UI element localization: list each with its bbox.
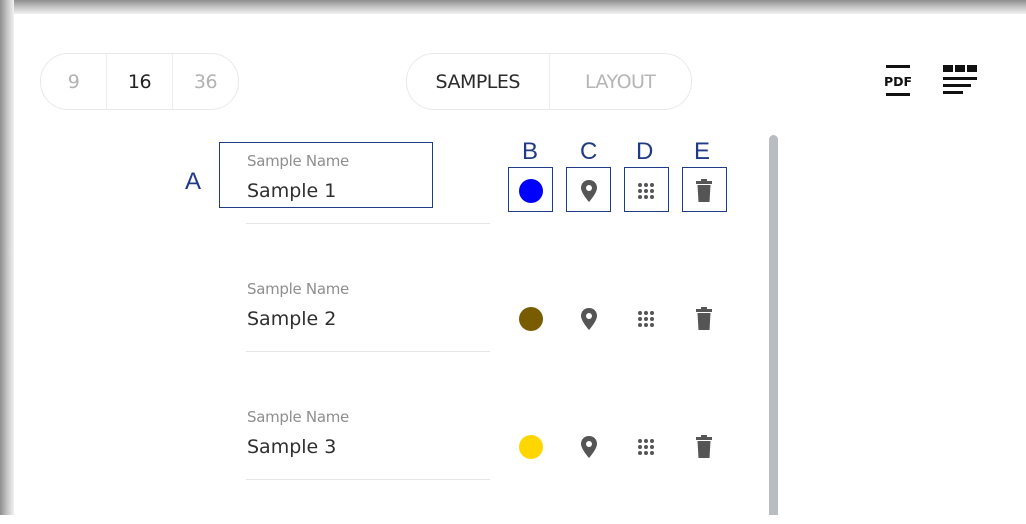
pdf-icon-label: PDF [884,74,912,89]
sample-name-label: Sample Name [247,408,349,426]
callout-box-e [682,167,727,212]
size-option-36[interactable]: 36 [172,54,238,109]
layout-grid-icon[interactable] [941,63,979,99]
size-option-16[interactable]: 16 [106,54,172,109]
callout-label-e: E [694,138,711,165]
color-dot-icon[interactable] [517,305,545,333]
callout-label-b: B [522,138,539,165]
trash-icon[interactable] [690,433,718,461]
input-underline [246,351,490,352]
callout-label-a: A [185,168,202,195]
pdf-export-icon[interactable]: PDF [878,63,918,99]
callout-box-c [566,167,611,212]
location-pin-icon[interactable] [575,305,603,333]
sample-name-label: Sample Name [247,280,349,298]
size-option-9[interactable]: 9 [41,54,106,109]
callout-label-d: D [636,138,654,165]
tab-samples[interactable]: SAMPLES [407,54,549,109]
grid-dots-icon[interactable] [632,433,660,461]
callout-box-b [508,167,553,212]
tab-layout[interactable]: LAYOUT [548,54,692,109]
input-underline [246,479,490,480]
sample-name-input[interactable]: Sample 3 [247,436,336,458]
callout-box-d [624,167,669,212]
location-pin-icon[interactable] [575,433,603,461]
view-tabs: SAMPLES LAYOUT [406,53,692,110]
color-dot-icon[interactable] [517,433,545,461]
sample-name-input[interactable]: Sample 2 [247,308,336,330]
sample-row: Sample Name Sample 2 [0,268,760,396]
callout-box-a [219,142,433,208]
callout-label-c: C [580,138,598,165]
grid-size-selector: 9 16 36 [40,53,239,110]
window-frame-top [0,0,1026,14]
list-scrollbar[interactable] [769,135,778,515]
grid-dots-icon[interactable] [632,305,660,333]
input-underline [246,223,490,224]
trash-icon[interactable] [690,305,718,333]
sample-row: Sample Name Sample 3 [0,396,760,524]
